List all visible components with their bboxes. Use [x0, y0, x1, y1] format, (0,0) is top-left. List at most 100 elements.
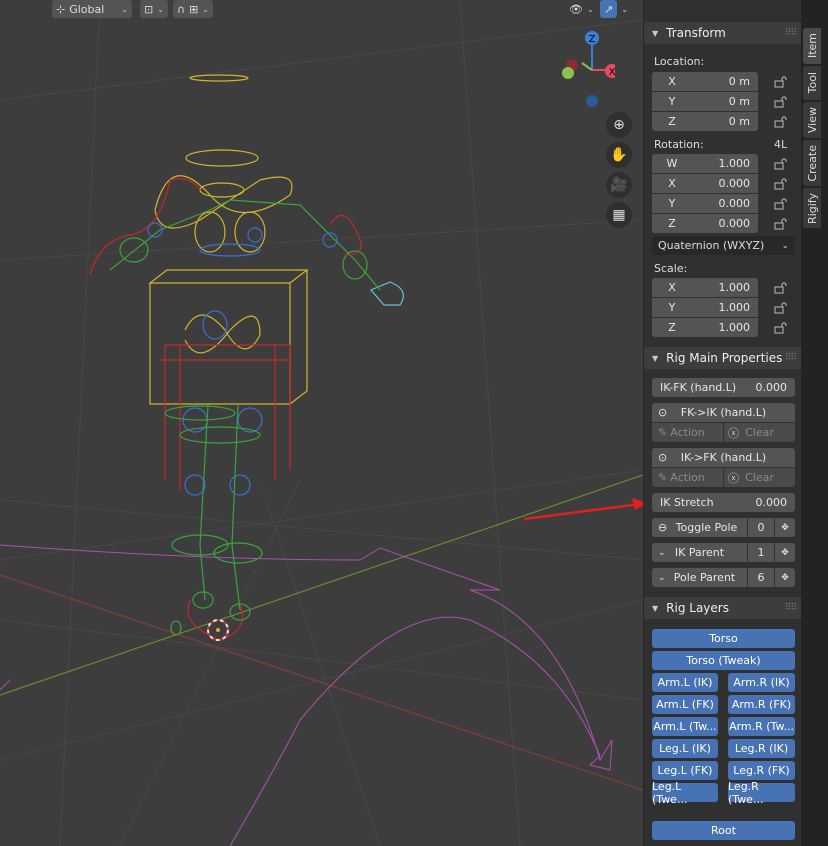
axis-label: Z — [668, 115, 676, 128]
lock-icon[interactable] — [774, 218, 788, 230]
rig-layers-panel-header[interactable]: ▼ Rig Layers ⠿⠿ — [644, 597, 802, 619]
rotation-mode-value: Quaternion (WXYZ) — [658, 239, 765, 252]
layer-toggle[interactable]: Arm.R (IK) — [728, 673, 795, 692]
layer-torso[interactable]: Torso — [652, 629, 795, 648]
loc-x-field[interactable]: X 0 m — [652, 72, 758, 91]
layer-toggle[interactable]: Leg.L (IK) — [652, 739, 718, 758]
tab-view[interactable]: View — [803, 102, 821, 138]
grip-icon[interactable]: ⠿⠿ — [785, 603, 797, 613]
pole-parent-number: 6 — [757, 571, 765, 584]
visibility-dropdown[interactable]: 👁 ⌄ — [565, 0, 598, 18]
layer-toggle[interactable]: Arm.L (FK) — [652, 695, 718, 714]
layer-toggle[interactable]: Arm.L (Tw... — [652, 717, 718, 736]
layer-root[interactable]: Root — [652, 821, 795, 840]
loc-y-field[interactable]: Y 0 m — [652, 92, 758, 111]
fk-to-ik-label: FK->IK (hand.L) — [680, 406, 767, 419]
ikfk-label: IK-FK (hand.L) — [660, 381, 737, 394]
grip-icon[interactable]: ⠿⠿ — [785, 28, 797, 38]
transform-panel-header[interactable]: ▼ Transform ⠿⠿ — [644, 22, 802, 44]
pivot-dropdown[interactable]: ⊡ ⌄ — [140, 0, 168, 18]
tab-create[interactable]: Create — [803, 140, 821, 186]
perspective-toggle-button[interactable]: ▦ — [606, 202, 632, 228]
lock-icon[interactable] — [774, 116, 788, 128]
collapse-triangle-icon: ▼ — [652, 353, 659, 363]
rot-y-field[interactable]: Y 0.000 — [652, 194, 758, 213]
snap-increment-icon: ⊞ — [189, 2, 199, 16]
navigation-gizmo[interactable]: Z X — [555, 28, 615, 108]
ik-parent-value[interactable]: 1 — [748, 543, 774, 562]
layer-toggle[interactable]: Arm.R (Tw... — [728, 717, 795, 736]
rotation-4l-toggle[interactable]: 4L — [774, 138, 787, 151]
layer-toggle[interactable]: Arm.R (FK) — [728, 695, 795, 714]
layer-toggle[interactable]: Leg.R (Twe... — [728, 780, 795, 806]
lock-icon[interactable] — [774, 198, 788, 210]
ik-parent-keyframe[interactable]: ✥ — [775, 543, 795, 562]
layer-toggle[interactable]: Leg.L (FK) — [652, 761, 718, 780]
layer-toggle[interactable]: Leg.R (FK) — [728, 761, 795, 780]
red-arrow-annotation — [523, 502, 643, 521]
rig-main-panel-header[interactable]: ▼ Rig Main Properties ⠿⠿ — [644, 347, 802, 369]
gizmo-icon: ↗ — [604, 2, 614, 16]
scl-z-field[interactable]: Z 1.000 — [652, 318, 758, 337]
x-axis-line — [0, 574, 643, 791]
rig-main-title: Rig Main Properties — [666, 351, 783, 365]
rot-z-field[interactable]: Z 0.000 — [652, 214, 758, 233]
ik-parent-dropdown[interactable]: ⌄ IK Parent — [652, 543, 747, 562]
pan-view-button[interactable]: ✋ — [606, 142, 632, 168]
lock-icon[interactable] — [774, 322, 788, 334]
zoom-view-button[interactable]: ⊕ — [606, 112, 632, 138]
scl-y-field[interactable]: Y 1.000 — [652, 298, 758, 317]
layer-label: Arm.R (IK) — [733, 676, 790, 689]
ik-to-fk-action-button[interactable]: ✎ Action — [652, 468, 723, 487]
pole-parent-dropdown[interactable]: ⌄ Pole Parent — [652, 568, 747, 587]
pole-parent-keyframe[interactable]: ✥ — [775, 568, 795, 587]
lock-icon[interactable] — [774, 158, 788, 170]
tab-item[interactable]: Item — [803, 28, 821, 64]
layer-toggle[interactable]: Arm.L (IK) — [652, 673, 718, 692]
ik-to-fk-clear-button[interactable]: ⓧ Clear — [724, 468, 795, 487]
axis-value: 0 m — [728, 75, 750, 88]
toggle-pole-keyframe[interactable]: ✥ — [775, 518, 795, 537]
snap-toggle[interactable]: ∩ ⊞ ⌄ — [173, 0, 213, 18]
toggle-pole-value[interactable]: 0 — [748, 518, 774, 537]
loc-z-field[interactable]: Z 0 m — [652, 112, 758, 131]
lock-icon[interactable] — [774, 282, 788, 294]
ikfk-slider[interactable]: IK-FK (hand.L) 0.000 — [652, 378, 795, 397]
rot-w-field[interactable]: W 1.000 — [652, 154, 758, 173]
clear-label: Clear — [745, 471, 774, 484]
toggle-pole-button[interactable]: ⊖ Toggle Pole — [652, 518, 747, 537]
axis-value: 1.000 — [718, 321, 751, 334]
ik-to-fk-button[interactable]: ⊙ IK->FK (hand.L) — [652, 448, 795, 467]
grip-icon[interactable]: ⠿⠿ — [785, 353, 797, 363]
axis-value: 0.000 — [718, 197, 751, 210]
layer-label: Root — [711, 824, 736, 837]
axis-label: Z — [668, 321, 676, 334]
lock-icon[interactable] — [774, 96, 788, 108]
lock-icon[interactable] — [774, 178, 788, 190]
location-label: Location: — [654, 55, 705, 68]
tab-rigify[interactable]: Rigify — [803, 188, 821, 228]
pole-parent-value[interactable]: 6 — [748, 568, 774, 587]
fk-to-ik-action-button[interactable]: ✎ Action — [652, 423, 723, 442]
scl-x-field[interactable]: X 1.000 — [652, 278, 758, 297]
rotation-mode-dropdown[interactable]: Quaternion (WXYZ) ⌄ — [652, 236, 795, 255]
chevron-down-icon: ⌄ — [781, 240, 789, 251]
layer-torso-tweak[interactable]: Torso (Tweak) — [652, 651, 795, 670]
keyframe-icon: ✥ — [781, 572, 789, 583]
rot-x-field[interactable]: X 0.000 — [652, 174, 758, 193]
3d-viewport[interactable]: ⊹ Global ⌄ ⊡⌄ ∩⊞⌄ 👁⌄ ↗ ⌄ ◐ ⌄ ⧉ ◎ ● ◑ ◌ ⌄ — [0, 0, 643, 846]
toggle-pole-number: 0 — [757, 521, 765, 534]
fk-to-ik-button[interactable]: ⊙ FK->IK (hand.L) — [652, 403, 795, 422]
tab-tool[interactable]: Tool — [803, 66, 821, 100]
layer-toggle[interactable]: Leg.R (IK) — [728, 739, 795, 758]
ik-stretch-slider[interactable]: IK Stretch 0.000 — [652, 493, 795, 512]
orientation-dropdown[interactable]: ⊹ Global ⌄ — [52, 0, 132, 18]
lock-icon[interactable] — [774, 302, 788, 314]
chevron-down-icon: ⌄ — [621, 4, 628, 14]
gizmo-toggle[interactable]: ↗ ⌄ — [600, 0, 632, 18]
layer-toggle[interactable]: Leg.L (Twe... — [652, 780, 718, 806]
camera-view-button[interactable]: 🎥 — [606, 172, 632, 198]
fk-to-ik-clear-button[interactable]: ⓧ Clear — [724, 423, 795, 442]
lock-icon[interactable] — [774, 76, 788, 88]
axis-label: X — [668, 281, 676, 294]
